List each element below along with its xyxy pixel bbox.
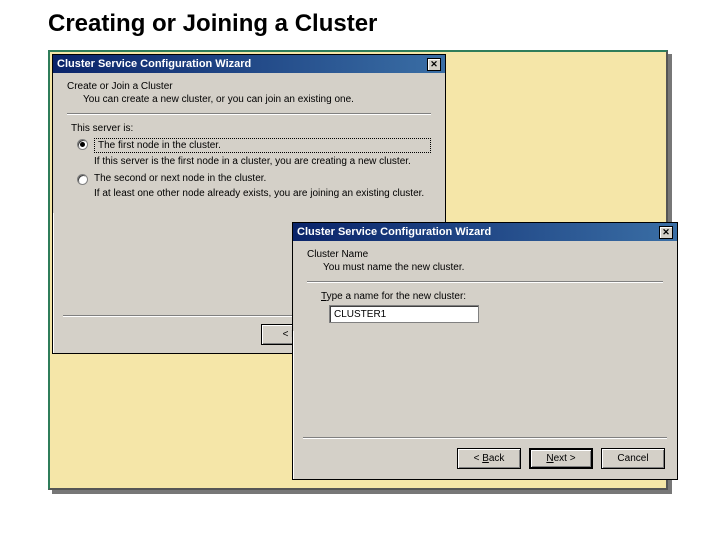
divider-bottom [303, 437, 667, 439]
content-subheading: You can create a new cluster, or you can… [67, 94, 431, 105]
cluster-name-field[interactable] [329, 305, 479, 323]
dialog-content: Cluster Name You must name the new clust… [293, 241, 677, 331]
radio-next-node[interactable]: The second or next node in the cluster. [77, 173, 431, 185]
dialog-title: Cluster Service Configuration Wizard [297, 226, 491, 238]
titlebar: Cluster Service Configuration Wizard ✕ [293, 223, 677, 241]
back-button[interactable]: < Back [457, 448, 521, 469]
dialog-content: Create or Join a Cluster You can create … [53, 73, 445, 213]
slide-title: Creating or Joining a Cluster [0, 0, 720, 38]
button-row: < Back Next > Cancel [457, 448, 665, 469]
dialog-cluster-name: Cluster Service Configuration Wizard ✕ C… [292, 222, 678, 480]
titlebar: Cluster Service Configuration Wizard ✕ [53, 55, 445, 73]
content-heading: Create or Join a Cluster [67, 81, 431, 92]
radio-help-next: If at least one other node already exist… [94, 188, 431, 199]
section-label: This server is: [71, 123, 431, 134]
input-label-text: ype a name for the new cluster: [327, 291, 467, 302]
radio-icon [77, 174, 88, 185]
radio-help-first: If this server is the first node in a cl… [94, 156, 431, 167]
radio-icon [77, 139, 88, 150]
input-label: Type a name for the new cluster: [321, 291, 663, 302]
radio-first-node[interactable]: The first node in the cluster. [77, 138, 431, 153]
dialog-title: Cluster Service Configuration Wizard [57, 58, 251, 70]
content-subheading: You must name the new cluster. [307, 262, 663, 273]
cancel-button[interactable]: Cancel [601, 448, 665, 469]
divider [307, 281, 663, 283]
next-button[interactable]: Next > [529, 448, 593, 469]
close-button[interactable]: ✕ [427, 58, 441, 71]
divider [67, 113, 431, 115]
radio-label: The first node in the cluster. [94, 138, 431, 153]
close-icon: ✕ [430, 59, 438, 69]
radio-label: The second or next node in the cluster. [94, 173, 431, 184]
close-button[interactable]: ✕ [659, 226, 673, 239]
content-heading: Cluster Name [307, 249, 663, 260]
close-icon: ✕ [662, 227, 670, 237]
